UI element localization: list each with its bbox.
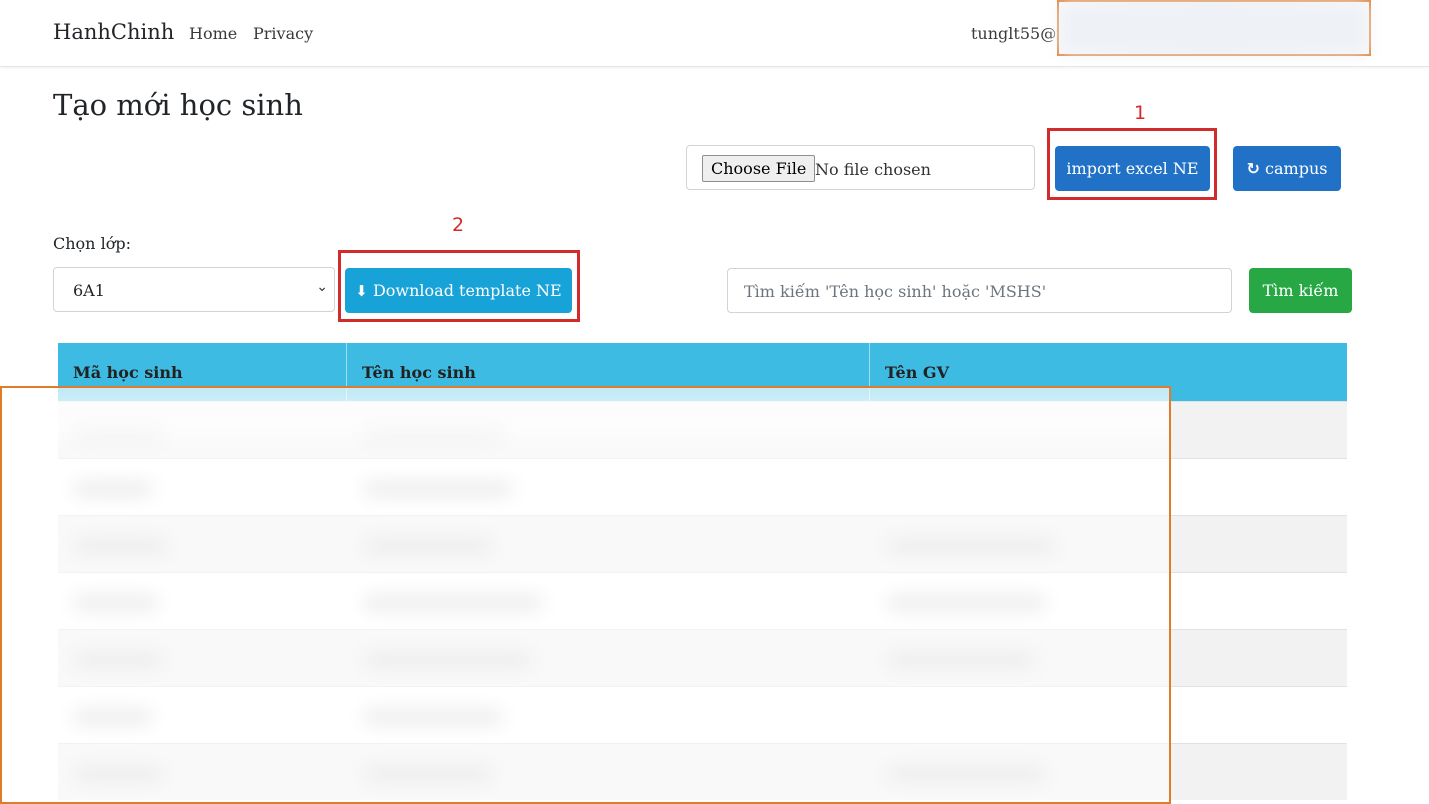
- file-input[interactable]: Choose File No file chosen: [686, 145, 1035, 190]
- file-status-text: No file chosen: [815, 160, 931, 179]
- choose-file-button[interactable]: Choose File: [702, 155, 816, 182]
- annotation-number-1: 1: [1134, 102, 1147, 124]
- page-title: Tạo mới học sinh: [53, 88, 303, 122]
- user-email[interactable]: tunglt55@f: [971, 24, 1062, 43]
- search-placeholder: Tìm kiếm 'Tên học sinh' hoặc 'MSHS': [744, 282, 1047, 301]
- chevron-down-icon: ⌄: [316, 279, 328, 295]
- redacted-email-area: [1057, 0, 1371, 56]
- search-input[interactable]: Tìm kiếm 'Tên học sinh' hoặc 'MSHS': [727, 268, 1232, 313]
- campus-button[interactable]: ↻ campus: [1233, 146, 1341, 191]
- class-select-value: 6A1: [73, 281, 105, 300]
- class-select-label: Chọn lớp:: [53, 234, 131, 253]
- nav-home-link[interactable]: Home: [189, 24, 237, 43]
- refresh-icon: ↻: [1246, 159, 1260, 178]
- search-button[interactable]: Tìm kiếm: [1249, 268, 1352, 313]
- campus-button-label: campus: [1265, 159, 1328, 178]
- import-excel-button[interactable]: import excel NE: [1055, 146, 1210, 191]
- download-icon: ⬇: [355, 282, 368, 300]
- brand-link[interactable]: HanhChinh: [53, 20, 174, 44]
- download-template-label: Download template NE: [372, 281, 562, 300]
- redacted-table-area: [0, 386, 1171, 804]
- nav-privacy-link[interactable]: Privacy: [253, 24, 313, 43]
- class-select[interactable]: 6A1 ⌄: [53, 267, 335, 312]
- download-template-button[interactable]: ⬇ Download template NE: [345, 268, 572, 313]
- annotation-number-2: 2: [452, 214, 465, 236]
